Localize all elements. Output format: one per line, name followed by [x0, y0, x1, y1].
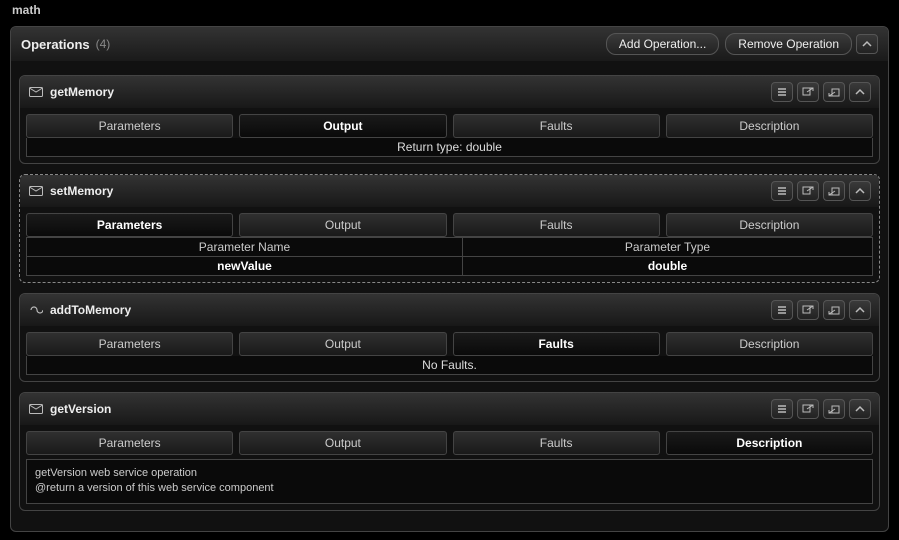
- param-type-header: Parameter Type: [462, 238, 872, 257]
- tab-output[interactable]: Output: [239, 332, 446, 356]
- operation-name: addToMemory: [50, 303, 131, 317]
- operations-body: getMemory Parameters Output Faults Descr…: [11, 61, 888, 531]
- table-row[interactable]: newValue double: [27, 257, 873, 276]
- param-name-header: Parameter Name: [27, 238, 463, 257]
- loop-icon: [28, 303, 44, 317]
- list-icon[interactable]: [771, 300, 793, 320]
- collapse-icon[interactable]: [849, 181, 871, 201]
- param-type-cell: double: [462, 257, 872, 276]
- remove-operation-button[interactable]: Remove Operation: [725, 33, 852, 55]
- tab-faults[interactable]: Faults: [453, 213, 660, 237]
- list-icon[interactable]: [771, 82, 793, 102]
- param-name-cell: newValue: [27, 257, 463, 276]
- operation-name: setMemory: [50, 184, 113, 198]
- operation-addToMemory: addToMemory Parameters Output Faults Des…: [19, 293, 880, 382]
- operation-getVersion: getVersion Parameters Output Faults Desc…: [19, 392, 880, 511]
- tab-parameters[interactable]: Parameters: [26, 213, 233, 237]
- operation-header[interactable]: addToMemory: [20, 294, 879, 326]
- faults-content: No Faults.: [26, 356, 873, 375]
- tab-faults[interactable]: Faults: [453, 431, 660, 455]
- tab-description[interactable]: Description: [666, 213, 873, 237]
- tab-output[interactable]: Output: [239, 431, 446, 455]
- operation-name: getMemory: [50, 85, 114, 99]
- link-out-icon[interactable]: [797, 82, 819, 102]
- tab-parameters[interactable]: Parameters: [26, 431, 233, 455]
- operations-title: Operations: [21, 37, 90, 52]
- envelope-icon: [28, 85, 44, 99]
- link-out-icon[interactable]: [797, 300, 819, 320]
- operations-panel: Operations (4) Add Operation... Remove O…: [10, 26, 889, 532]
- service-name-label: math: [0, 0, 899, 20]
- parameters-table: Parameter Name Parameter Type newValue d…: [26, 237, 873, 276]
- tab-description[interactable]: Description: [666, 431, 873, 455]
- link-in-icon[interactable]: [823, 82, 845, 102]
- link-out-icon[interactable]: [797, 399, 819, 419]
- link-in-icon[interactable]: [823, 300, 845, 320]
- collapse-icon[interactable]: [849, 82, 871, 102]
- operations-header: Operations (4) Add Operation... Remove O…: [11, 27, 888, 61]
- operations-count: (4): [96, 37, 111, 51]
- collapse-icon[interactable]: [849, 300, 871, 320]
- envelope-icon: [28, 184, 44, 198]
- operation-header[interactable]: setMemory: [20, 175, 879, 207]
- description-content[interactable]: getVersion web service operation @return…: [26, 459, 873, 504]
- tab-faults[interactable]: Faults: [453, 332, 660, 356]
- link-in-icon[interactable]: [823, 181, 845, 201]
- tab-parameters[interactable]: Parameters: [26, 114, 233, 138]
- operation-header[interactable]: getMemory: [20, 76, 879, 108]
- tab-output[interactable]: Output: [239, 213, 446, 237]
- tab-output[interactable]: Output: [239, 114, 446, 138]
- operation-getMemory: getMemory Parameters Output Faults Descr…: [19, 75, 880, 164]
- list-icon[interactable]: [771, 181, 793, 201]
- operation-name: getVersion: [50, 402, 111, 416]
- list-icon[interactable]: [771, 399, 793, 419]
- operation-header[interactable]: getVersion: [20, 393, 879, 425]
- tab-parameters[interactable]: Parameters: [26, 332, 233, 356]
- link-out-icon[interactable]: [797, 181, 819, 201]
- collapse-icon[interactable]: [849, 399, 871, 419]
- collapse-panel-icon[interactable]: [856, 34, 878, 54]
- tab-description[interactable]: Description: [666, 332, 873, 356]
- envelope-icon: [28, 402, 44, 416]
- tab-faults[interactable]: Faults: [453, 114, 660, 138]
- output-return-type: Return type: double: [26, 138, 873, 157]
- link-in-icon[interactable]: [823, 399, 845, 419]
- tab-description[interactable]: Description: [666, 114, 873, 138]
- operation-setMemory: setMemory Parameters Output Faults Descr…: [19, 174, 880, 283]
- add-operation-button[interactable]: Add Operation...: [606, 33, 719, 55]
